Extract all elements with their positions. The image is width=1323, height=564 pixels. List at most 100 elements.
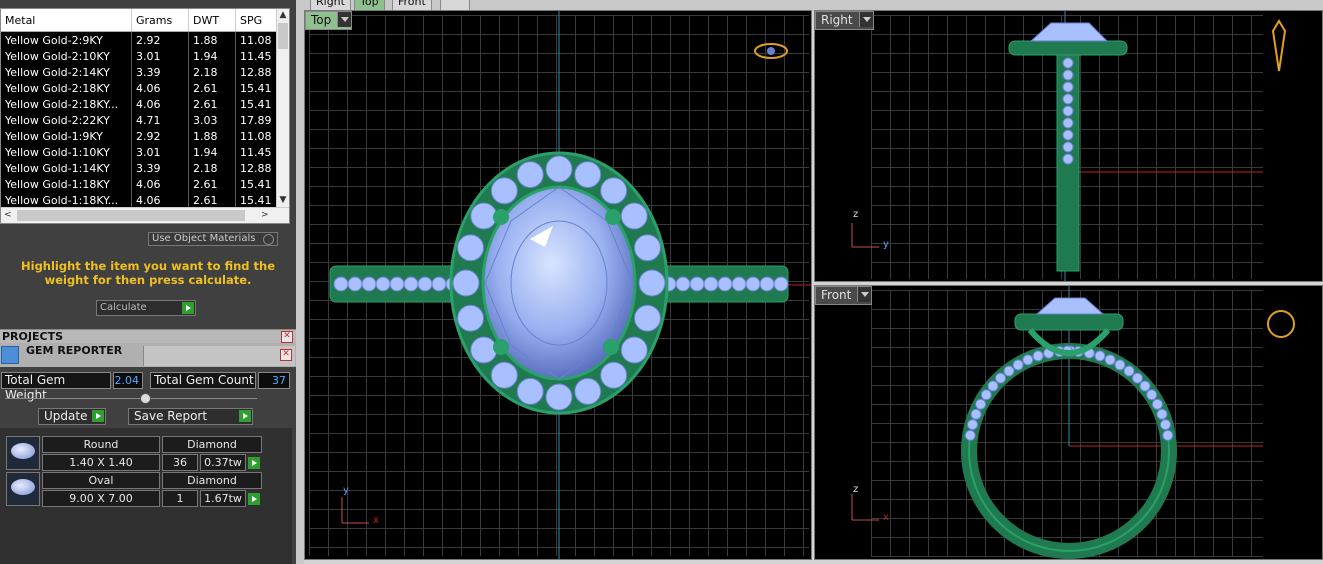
gem-list: Round Diamond 1.40 X 1.40 36 0.37tw Oval Diamo… — [0, 428, 292, 564]
metal-name-cell: Yellow Gold-2:18KY — [1, 80, 132, 96]
accent-stone — [633, 304, 661, 332]
top-viewport[interactable]: Top y x — [304, 10, 812, 560]
accent-stone — [1062, 117, 1074, 129]
close-icon[interactable]: ✕ — [281, 331, 293, 343]
accent-stone — [417, 276, 433, 292]
accent-stone — [703, 276, 719, 292]
accent-stone — [1003, 365, 1015, 377]
axis-x-label: x — [373, 515, 379, 526]
scroll-right-icon[interactable]: > — [261, 209, 269, 222]
scroll-thumb[interactable] — [278, 23, 288, 49]
accent-stone — [600, 361, 628, 389]
col-dwt-header[interactable]: DWT — [188, 9, 236, 32]
table-row[interactable]: Yellow Gold-2:22KY 4.71 3.03 17.89 — [1, 112, 285, 128]
table-row[interactable]: Yellow Gold-2:10KY 3.01 1.94 11.45 — [1, 48, 285, 64]
top-view-ring-render — [329, 11, 811, 559]
slider-handle[interactable] — [140, 393, 151, 404]
col-grams-header[interactable]: Grams — [131, 9, 189, 32]
table-row[interactable]: Yellow Gold-1:18KY... 4.06 2.61 15.41 — [1, 192, 285, 208]
dwt-cell: 1.88 — [188, 128, 236, 144]
grams-cell: 4.06 — [131, 176, 189, 192]
play-arrow-icon[interactable] — [248, 493, 260, 505]
grams-cell: 2.92 — [131, 31, 189, 48]
panel-splitter[interactable] — [296, 0, 304, 564]
dwt-cell: 3.03 — [188, 112, 236, 128]
radio-icon[interactable] — [263, 234, 274, 245]
calculate-label: Calculate — [100, 302, 147, 313]
metal-name-cell: Yellow Gold-1:10KY — [1, 144, 132, 160]
gem-thumbnail — [6, 436, 40, 470]
accent-stone — [1062, 81, 1074, 93]
scroll-down-icon[interactable]: ▼ — [277, 194, 289, 207]
metal-weight-table[interactable]: Metal Grams DWT SPG Yellow Gold-2:9KY 2.9… — [0, 8, 290, 224]
use-object-materials-label: Use Object Materials — [152, 233, 256, 244]
accent-stone — [745, 276, 761, 292]
gem-row[interactable]: Round Diamond 1.40 X 1.40 36 0.37tw — [6, 436, 264, 471]
accent-stone — [1012, 359, 1024, 371]
metal-name-cell: Yellow Gold-2:9KY — [1, 31, 132, 48]
viewport-right-label[interactable]: Right — [815, 11, 874, 30]
right-viewport[interactable]: Right z y — [814, 10, 1323, 282]
close-icon[interactable]: ✕ — [280, 349, 292, 361]
gem-shape: Oval — [42, 472, 160, 489]
calculate-button[interactable]: Calculate — [96, 300, 196, 316]
gem-thumbnail — [6, 472, 40, 506]
table-row[interactable]: Yellow Gold-1:9KY 2.92 1.88 11.08 — [1, 128, 285, 144]
dwt-cell: 1.88 — [188, 31, 236, 48]
axis-z-label: z — [853, 209, 859, 220]
table-row[interactable]: Yellow Gold-2:9KY 2.92 1.88 11.08 — [1, 31, 285, 48]
accent-stone — [1156, 408, 1168, 420]
hscroll-thumb[interactable] — [17, 210, 245, 221]
dwt-cell: 2.61 — [188, 192, 236, 208]
accent-stone — [980, 389, 992, 401]
accent-stone — [545, 155, 573, 183]
left-panel: Metal Grams DWT SPG Yellow Gold-2:9KY 2.9… — [0, 0, 296, 564]
viewport-front-title: Front — [821, 288, 852, 302]
use-object-materials-option[interactable]: Use Object Materials — [148, 232, 278, 246]
table-row[interactable]: Yellow Gold-2:14KY 3.39 2.18 12.88 — [1, 64, 285, 80]
viewport-front-label[interactable]: Front — [815, 286, 873, 305]
table-horizontal-scrollbar[interactable]: < > — [1, 207, 289, 223]
chevron-down-icon[interactable] — [337, 12, 352, 27]
table-row[interactable]: Yellow Gold-1:14KY 3.39 2.18 12.88 — [1, 160, 285, 176]
scroll-left-icon[interactable]: < — [4, 209, 12, 222]
accent-stone — [1062, 129, 1074, 141]
accent-stone — [689, 276, 705, 292]
front-viewport[interactable]: Front z x — [814, 285, 1323, 560]
accent-stone — [361, 276, 377, 292]
accent-stone — [574, 161, 602, 189]
gem-weight: 1.67tw — [200, 490, 246, 507]
scroll-up-icon[interactable]: ▲ — [277, 9, 289, 22]
gem-material: Diamond — [162, 436, 262, 453]
play-arrow-icon[interactable] — [248, 457, 260, 469]
table-vertical-scrollbar[interactable]: ▲ ▼ — [276, 9, 289, 207]
dwt-cell: 1.94 — [188, 144, 236, 160]
play-arrow-icon[interactable] — [92, 410, 104, 422]
axis-y-label: y — [883, 239, 889, 250]
chevron-down-icon[interactable] — [857, 287, 872, 302]
accent-stone — [516, 161, 544, 189]
accent-stone — [375, 276, 391, 292]
metal-table: Metal Grams DWT SPG Yellow Gold-2:9KY 2.9… — [1, 9, 285, 208]
play-arrow-icon[interactable] — [239, 410, 251, 422]
table-row[interactable]: Yellow Gold-1:18KY 4.06 2.61 15.41 — [1, 176, 285, 192]
table-row[interactable]: Yellow Gold-1:10KY 3.01 1.94 11.45 — [1, 144, 285, 160]
accent-stone — [1114, 359, 1126, 371]
chevron-down-icon[interactable] — [858, 12, 873, 27]
accent-stone — [675, 276, 691, 292]
update-button[interactable]: Update — [38, 408, 106, 425]
accent-stone — [574, 377, 602, 405]
save-report-button[interactable]: Save Report — [128, 408, 253, 425]
table-row[interactable]: Yellow Gold-2:18KY... 4.06 2.61 15.41 — [1, 96, 285, 112]
grams-cell: 3.01 — [131, 144, 189, 160]
viewport-top-label[interactable]: Top — [305, 11, 353, 30]
metal-name-cell: Yellow Gold-1:18KY... — [1, 192, 132, 208]
gem-row[interactable]: Oval Diamond 9.00 X 7.00 1 1.67tw — [6, 472, 264, 507]
table-row[interactable]: Yellow Gold-2:18KY 4.06 2.61 15.41 — [1, 80, 285, 96]
slider-track[interactable] — [5, 398, 257, 399]
total-gem-weight-value: 2.04 — [113, 372, 143, 389]
accent-stone — [995, 372, 1007, 384]
play-arrow-icon[interactable] — [182, 302, 194, 314]
accent-stone — [1151, 398, 1163, 410]
col-metal-header[interactable]: Metal — [1, 9, 132, 32]
